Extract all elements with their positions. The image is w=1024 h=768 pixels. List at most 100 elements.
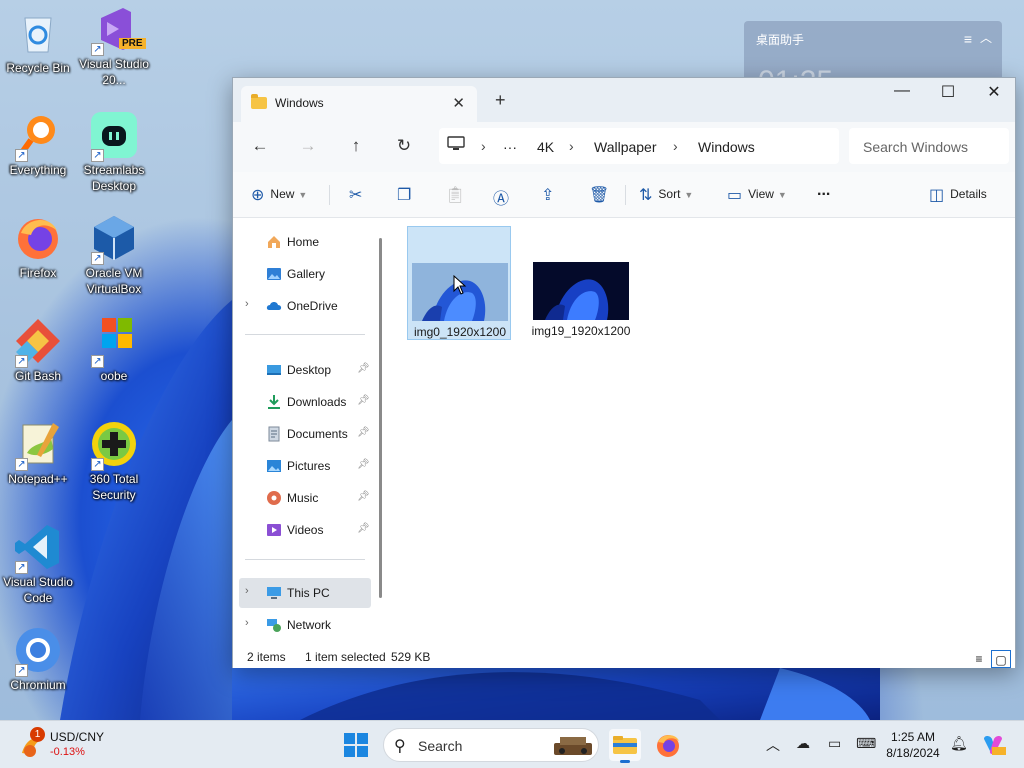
rename-button[interactable]: Ⓐ bbox=[493, 185, 515, 209]
tab-close-icon[interactable]: ✕ bbox=[452, 94, 465, 112]
visual-studio-icon: PRE ↗ bbox=[89, 4, 146, 56]
chevron-right-icon[interactable]: › bbox=[569, 138, 574, 154]
paste-button[interactable]: 📋︎ bbox=[445, 185, 471, 205]
sidebar-item-home[interactable]: Home bbox=[239, 227, 371, 257]
details-pane-button[interactable]: ◫ Details bbox=[929, 185, 987, 205]
desktop-icon-360-total-security[interactable]: ↗ 360 Total Security bbox=[76, 419, 152, 503]
forward-button[interactable]: → bbox=[297, 136, 319, 156]
large-icons-view-toggle-icon[interactable]: ▢ bbox=[991, 650, 1011, 668]
more-options-button[interactable]: ... bbox=[817, 182, 830, 200]
start-button[interactable] bbox=[344, 733, 368, 757]
file-item-img19[interactable]: img19_1920x1200 bbox=[529, 226, 633, 340]
desktop-icon-notepad-plus-plus[interactable]: ↗ Notepad++ bbox=[0, 419, 76, 487]
show-hidden-icons-chevron-up-icon[interactable]: ︿ bbox=[766, 735, 780, 755]
new-button[interactable]: ⊕ New ▼ bbox=[251, 185, 307, 205]
cut-button[interactable]: ✂ bbox=[349, 185, 368, 205]
view-label: View bbox=[748, 187, 774, 202]
shortcut-arrow-icon: ↗ bbox=[91, 43, 104, 56]
desktop-icon-chromium[interactable]: ↗ Chromium bbox=[0, 625, 76, 693]
desktop-icon-git-bash[interactable]: ↗ Git Bash bbox=[0, 316, 76, 384]
clipboard-icon: 📋︎ bbox=[445, 187, 466, 204]
notification-bell-icon[interactable]: 🔔︎ bbox=[950, 735, 968, 752]
sidebar-item-pictures[interactable]: Pictures 📌︎ bbox=[239, 451, 371, 481]
widget-menu-icon[interactable]: ≡ bbox=[964, 31, 972, 47]
search-input[interactable]: Search Windows bbox=[849, 128, 1009, 164]
sidebar-item-gallery[interactable]: Gallery bbox=[239, 259, 371, 289]
details-label: Details bbox=[950, 187, 987, 202]
taskbar-clock[interactable]: 1:25 AM 8/18/2024 bbox=[884, 729, 942, 761]
breadcrumb[interactable]: › ··· 4K › Wallpaper › Windows bbox=[439, 128, 839, 164]
new-tab-button[interactable]: + bbox=[495, 90, 506, 111]
desktop-icon-label: Chromium bbox=[10, 678, 66, 692]
sidebar-item-desktop[interactable]: Desktop 📌︎ bbox=[239, 355, 371, 385]
sidebar-item-onedrive[interactable]: › OneDrive bbox=[239, 291, 371, 321]
sidebar-item-label: Downloads bbox=[287, 395, 347, 409]
chevron-right-icon[interactable]: › bbox=[245, 298, 249, 310]
sidebar-item-videos[interactable]: Videos 📌︎ bbox=[239, 515, 371, 545]
divider bbox=[245, 334, 365, 335]
taskbar-file-explorer[interactable] bbox=[609, 729, 641, 763]
delete-button[interactable]: 🗑︎ bbox=[589, 185, 615, 205]
cloud-sync-off-icon[interactable]: ☁︎ bbox=[796, 735, 810, 752]
up-button[interactable]: ↑ bbox=[345, 136, 367, 156]
chevron-right-icon[interactable]: › bbox=[245, 617, 249, 629]
copilot-preview-icon[interactable] bbox=[980, 733, 1006, 757]
file-explorer-window[interactable]: Windows ✕ + — ☐ ✕ ← → ↑ ↻ › ··· 4K › Wal… bbox=[232, 77, 1016, 668]
desktop-icon-label: Notepad++ bbox=[8, 472, 68, 486]
view-button[interactable]: ▭ View ▼ bbox=[727, 185, 787, 205]
tab-windows[interactable]: Windows ✕ bbox=[241, 86, 477, 122]
desktop-icon-streamlabs[interactable]: ↗ Streamlabs Desktop bbox=[76, 110, 152, 194]
widget-collapse-icon[interactable]: ︿ bbox=[980, 29, 992, 46]
sidebar-item-label: Pictures bbox=[287, 459, 331, 473]
scissors-icon: ✂ bbox=[349, 187, 363, 204]
taskbar-search-box[interactable]: ⚲ Search bbox=[383, 728, 599, 762]
details-view-toggle-icon[interactable]: ≡ bbox=[969, 650, 989, 668]
notepad-plus-plus-icon: ↗ bbox=[13, 419, 63, 471]
chevron-right-icon[interactable]: › bbox=[673, 138, 678, 154]
desktop-icon-everything[interactable]: ↗ Everything bbox=[0, 110, 76, 178]
desktop-icon-recycle-bin[interactable]: Recycle Bin bbox=[0, 8, 76, 76]
close-window-button[interactable]: ✕ bbox=[971, 82, 1017, 102]
desktop-icon-virtualbox[interactable]: ↗ Oracle VM VirtualBox bbox=[76, 213, 152, 297]
desktop-icon-firefox[interactable]: Firefox bbox=[0, 213, 76, 281]
sidebar-item-music[interactable]: Music 📌︎ bbox=[239, 483, 371, 513]
git-bash-icon: ↗ bbox=[13, 316, 63, 368]
file-name: img19_1920x1200 bbox=[531, 324, 631, 338]
file-list[interactable]: img0_1920x1200 img19_1920x1200 bbox=[383, 219, 1015, 646]
back-button[interactable]: ← bbox=[249, 136, 271, 156]
sidebar-item-documents[interactable]: Documents 📌︎ bbox=[239, 419, 371, 449]
sidebar-item-this-pc[interactable]: › This PC bbox=[239, 578, 371, 608]
chevron-right-icon[interactable]: › bbox=[245, 585, 249, 597]
widgets-button[interactable]: 1 bbox=[18, 727, 48, 759]
trash-icon: 🗑︎ bbox=[589, 187, 610, 204]
computer-icon[interactable] bbox=[447, 136, 465, 155]
nav-scrollbar[interactable] bbox=[379, 238, 382, 598]
desktop-icon-oobe[interactable]: ↗ oobe bbox=[76, 316, 152, 384]
share-button[interactable]: ⇪ bbox=[541, 185, 560, 205]
taskbar-firefox[interactable] bbox=[652, 729, 684, 761]
chevron-right-icon[interactable]: › bbox=[481, 138, 486, 154]
network-display-icon[interactable]: ▭ bbox=[828, 735, 841, 752]
sort-button[interactable]: ⇅ Sort ▼ bbox=[639, 185, 693, 205]
copy-button[interactable]: ❐ bbox=[397, 185, 417, 205]
sidebar-item-downloads[interactable]: Downloads 📌︎ bbox=[239, 387, 371, 417]
breadcrumb-4k[interactable]: 4K bbox=[537, 139, 554, 155]
title-bar[interactable]: Windows ✕ + — ☐ ✕ bbox=[233, 78, 1015, 122]
maximize-button[interactable]: ☐ bbox=[925, 82, 971, 102]
language-input-icon[interactable]: ⌨︎ bbox=[856, 735, 876, 752]
desktop-icon-visual-studio[interactable]: PRE ↗ Visual Studio 20... bbox=[76, 4, 152, 88]
desktop-icon-vscode[interactable]: ↗ Visual Studio Code bbox=[0, 522, 76, 606]
shortcut-arrow-icon: ↗ bbox=[91, 252, 104, 265]
shortcut-arrow-icon: ↗ bbox=[15, 561, 28, 574]
minimize-button[interactable]: — bbox=[879, 82, 925, 100]
breadcrumb-overflow-icon[interactable]: ··· bbox=[503, 139, 517, 155]
refresh-button[interactable]: ↻ bbox=[393, 136, 415, 156]
sidebar-item-network[interactable]: › Network bbox=[239, 610, 371, 640]
desktop-icon-label: Streamlabs Desktop bbox=[83, 163, 145, 193]
breadcrumb-windows[interactable]: Windows bbox=[698, 139, 755, 155]
stock-ticker[interactable]: USD/CNY bbox=[50, 730, 104, 744]
rename-icon: Ⓐ bbox=[493, 191, 510, 208]
preview-badge: PRE bbox=[119, 38, 146, 49]
breadcrumb-wallpaper[interactable]: Wallpaper bbox=[594, 139, 657, 155]
pin-icon: 📌︎ bbox=[357, 523, 370, 534]
